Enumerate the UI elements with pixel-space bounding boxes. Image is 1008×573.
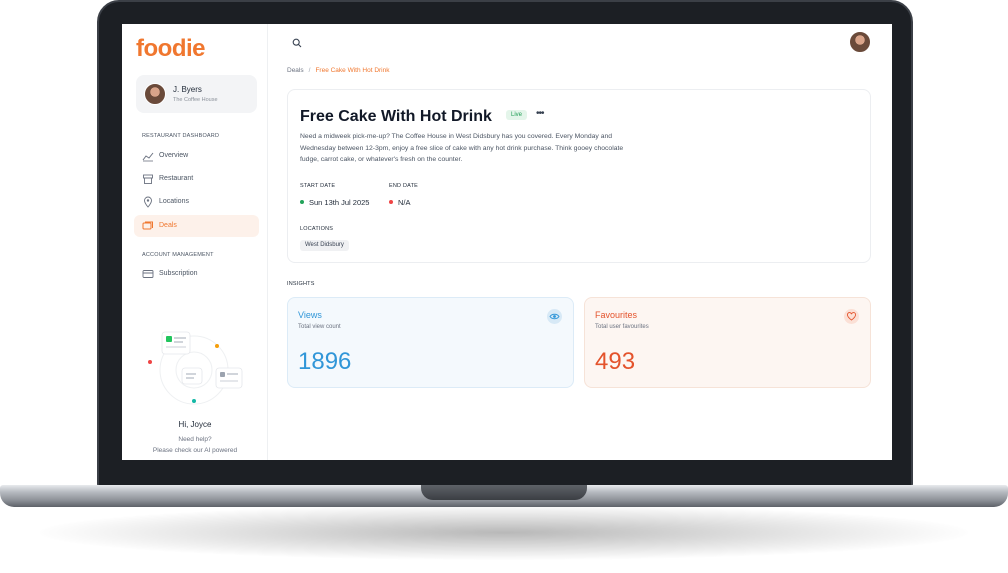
help-illustration-icon [148,331,243,405]
help-subtext: Please check our AI powered [152,447,238,454]
sidebar-item-label: Overview [159,152,189,159]
help-text: Need help? [178,436,212,443]
insights-heading: INSIGHTS [287,281,315,287]
pin-icon [144,196,152,208]
page-title: Free Cake With Hot Drink [300,108,492,125]
views-subtitle: Total view count [298,324,341,330]
laptop-shadow [40,505,968,560]
screen: foodie J. Byers The Coffee House RESTAUR… [122,24,892,460]
avatar [144,83,166,105]
section-account-management: ACCOUNT MANAGEMENT [142,252,214,258]
start-date-text: Sun 13th Jul 2025 [309,198,370,207]
user-avatar[interactable] [849,31,871,53]
sidebar-item-overview[interactable]: Overview [134,145,259,167]
store-icon [143,174,153,184]
end-date-text: N/A [398,198,411,207]
sidebar-item-label: Restaurant [159,175,194,182]
app-logo[interactable]: foodie [136,35,206,63]
breadcrumb-current: Free Cake With Hot Drink [315,67,390,74]
sidebar-item-deals[interactable]: Deals [134,215,259,237]
ticket-icon [142,221,153,230]
greeting: Hi, Joyce [178,420,212,429]
views-card: Views Total view count 1896 [287,297,574,388]
chart-icon [142,152,154,162]
favourites-subtitle: Total user favourites [595,324,649,330]
card-icon [142,270,154,278]
eye-icon [547,309,562,324]
locations-label: LOCATIONS [300,226,334,232]
views-title: Views [298,310,322,320]
heart-icon [844,309,859,324]
sidebar: foodie J. Byers The Coffee House RESTAUR… [122,24,268,460]
sidebar-item-label: Locations [159,198,189,205]
deal-description: Need a midweek pick-me-up? The Coffee Ho… [300,133,624,163]
end-date-label: END DATE [389,183,419,189]
section-restaurant-dashboard: RESTAURANT DASHBOARD [142,133,220,139]
favourites-card: Favourites Total user favourites 493 [584,297,871,388]
profile-name: J. Byers [173,85,202,94]
sidebar-item-locations[interactable]: Locations [134,191,259,213]
deal-card: Free Cake With Hot Drink Live ••• Need a… [287,89,871,263]
status-badge: Live [506,110,528,120]
favourites-title: Favourites [595,310,638,320]
location-chip: West Didsbury [300,240,349,251]
end-date-value: N/A [389,198,411,207]
laptop-mockup: foodie J. Byers The Coffee House RESTAUR… [0,0,1008,573]
start-date-label: START DATE [300,183,336,189]
profile-venue: The Coffee House [173,97,218,103]
laptop-notch [421,485,587,500]
sidebar-item-label: Subscription [159,270,198,277]
breadcrumb-deals-link[interactable]: Deals [287,67,304,74]
end-dot-icon [389,200,393,205]
profile-card[interactable]: J. Byers The Coffee House [136,75,257,113]
start-date-value: Sun 13th Jul 2025 [300,198,369,207]
breadcrumb: Deals / Free Cake With Hot Drink [287,67,389,74]
sidebar-item-subscription[interactable]: Subscription [134,263,259,285]
sidebar-item-label: Deals [159,222,177,229]
start-dot-icon [300,200,304,205]
sidebar-item-restaurant[interactable]: Restaurant [134,168,259,190]
breadcrumb-separator: / [308,67,311,74]
favourites-value: 493 [595,348,636,375]
views-value: 1896 [298,348,352,375]
more-options-icon[interactable]: ••• [536,108,544,119]
search-icon[interactable] [292,38,302,48]
